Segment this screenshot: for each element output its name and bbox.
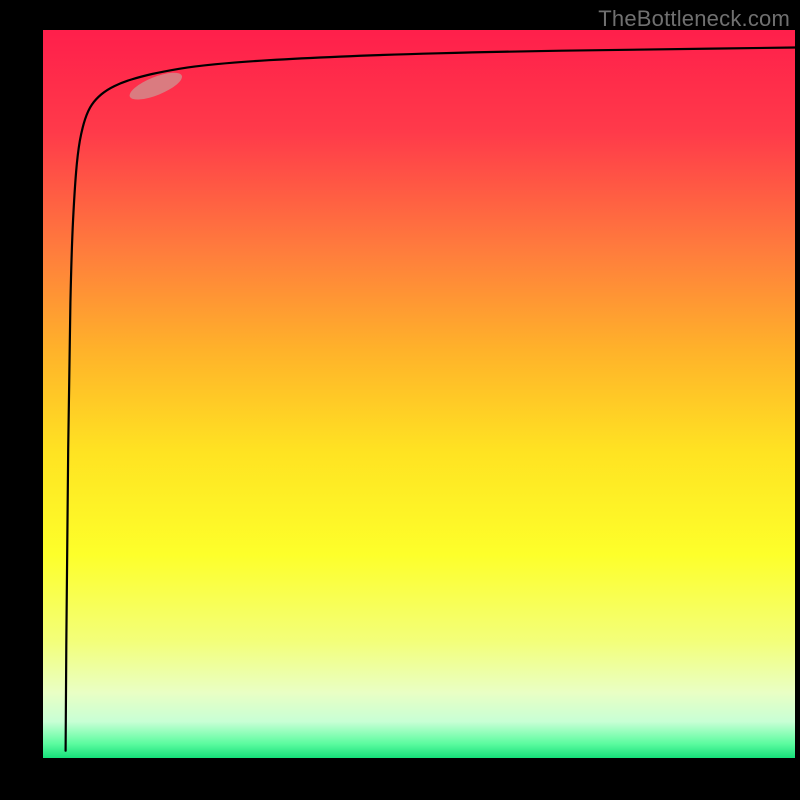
bottleneck-curve [66,48,795,751]
chart-stage: TheBottleneck.com [0,0,800,800]
plot-area [43,30,795,758]
watermark-text: TheBottleneck.com [598,6,790,32]
curve-layer [43,30,795,758]
